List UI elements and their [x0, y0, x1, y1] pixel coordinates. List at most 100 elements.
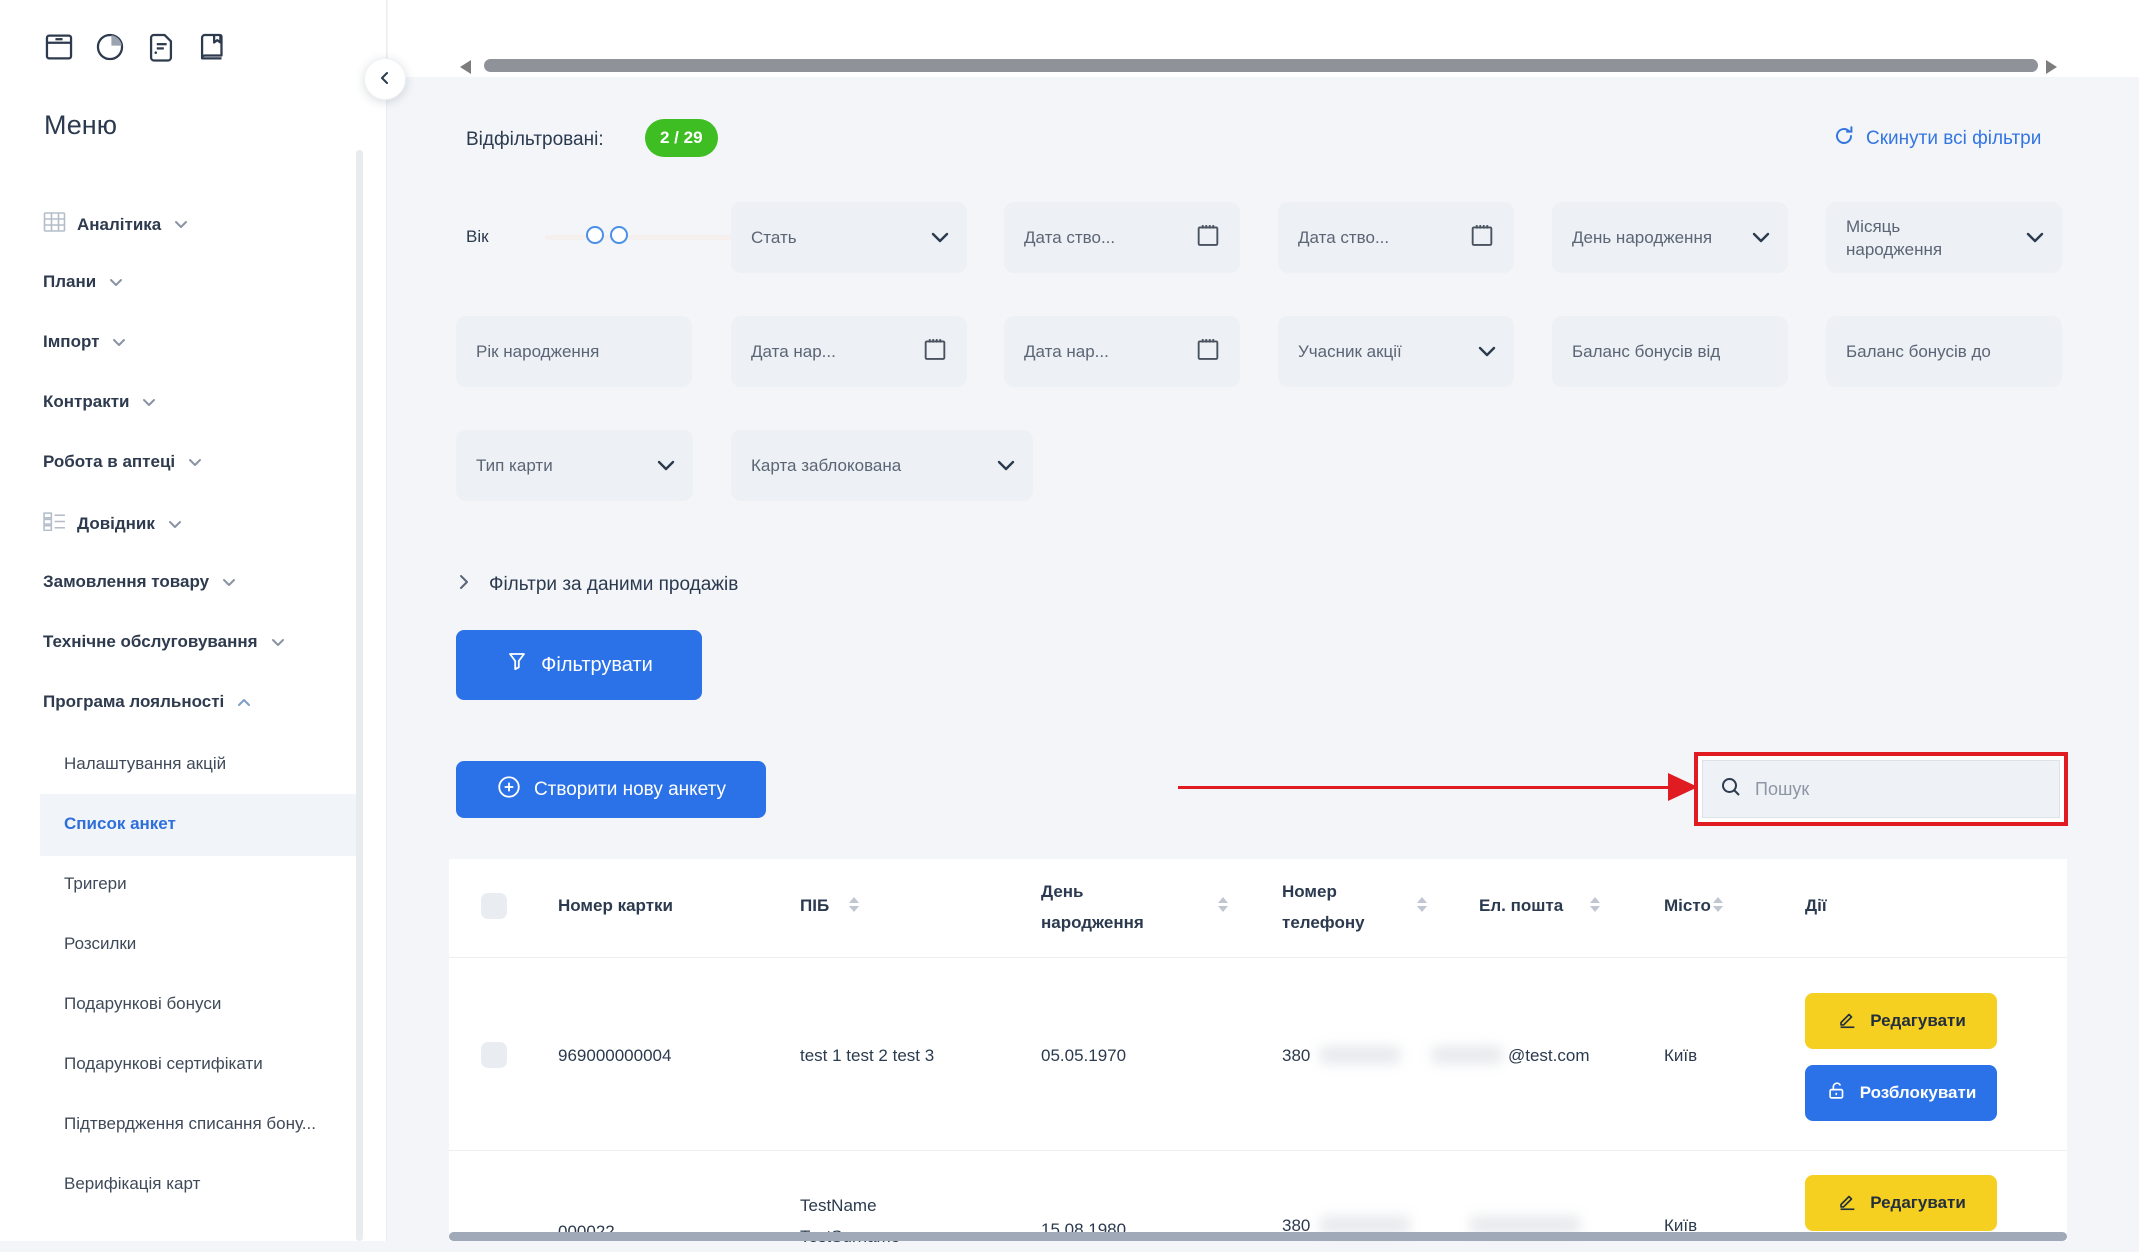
filter-button[interactable]: Фільтрувати	[456, 630, 702, 700]
horizontal-scrollbar-thumb[interactable]	[484, 59, 2038, 72]
sort-icon-email[interactable]	[1590, 897, 1600, 912]
chevron-down-icon	[174, 220, 188, 229]
sidebar-item-plans[interactable]: Плани	[43, 272, 123, 292]
cell-phone: 380	[1282, 1046, 1310, 1066]
refresh-icon	[1832, 124, 1856, 154]
chevron-down-icon	[931, 228, 949, 248]
cell-card-number: 969000000004	[558, 1046, 671, 1066]
hscroll-left-arrow-icon[interactable]	[460, 60, 471, 74]
gender-select[interactable]: Стать	[731, 202, 967, 273]
sidebar-item-promo-settings[interactable]: Налаштування акцій	[64, 754, 226, 774]
sort-icon-city[interactable]	[1713, 897, 1723, 912]
birth-day-select[interactable]: День народження	[1552, 202, 1788, 273]
sidebar-item-loyalty-program[interactable]: Програма лояльності	[43, 692, 251, 712]
sidebar-item-questionnaire-list[interactable]: Список анкет	[64, 814, 176, 834]
sort-icon-dob[interactable]	[1218, 897, 1228, 912]
sort-icon-name[interactable]	[849, 897, 859, 912]
sidebar-item-goods-order[interactable]: Замовлення товару	[43, 572, 236, 592]
birth-date-from-picker[interactable]: Дата нар...	[731, 316, 967, 387]
chevron-down-icon	[2026, 228, 2044, 248]
column-header-phone: Номер телефону	[1282, 876, 1414, 938]
calendar-icon	[921, 335, 949, 368]
promo-participant-select[interactable]: Учасник акції	[1278, 316, 1514, 387]
sidebar-scrollbar[interactable]	[356, 150, 363, 1241]
card-blocked-select[interactable]: Карта заблокована	[731, 430, 1033, 501]
chevron-down-icon	[142, 398, 156, 407]
edit-button[interactable]: Редагувати	[1805, 993, 1997, 1049]
chevron-down-icon	[1478, 342, 1496, 362]
row-checkbox[interactable]	[481, 1042, 507, 1068]
menu-title: Меню	[44, 110, 117, 141]
grid-icon	[43, 212, 66, 237]
cell-dob: 05.05.1970	[1041, 1046, 1126, 1066]
unlock-icon	[1826, 1080, 1848, 1107]
sidebar-item-pharmacy-work[interactable]: Робота в аптеці	[43, 452, 202, 472]
sidebar-item-contracts[interactable]: Контракти	[43, 392, 156, 412]
document-icon[interactable]	[144, 30, 178, 64]
filtered-count-badge: 2 / 29	[645, 119, 718, 157]
sidebar-collapse-button[interactable]	[364, 58, 406, 100]
column-header-email: Ел. пошта	[1479, 896, 1563, 916]
redacted-phone	[1320, 1046, 1400, 1064]
pie-chart-icon[interactable]	[93, 30, 127, 64]
sidebar-item-gift-bonuses[interactable]: Подарункові бонуси	[64, 994, 221, 1014]
sidebar-item-maintenance[interactable]: Технічне обслуговування	[43, 632, 285, 652]
reset-all-filters-button[interactable]: Скинути всі фільтри	[1832, 124, 2041, 154]
annotation-arrow-line	[1178, 786, 1674, 789]
birth-date-to-picker[interactable]: Дата нар...	[1004, 316, 1240, 387]
chevron-down-icon	[109, 278, 123, 287]
column-header-city: Місто	[1664, 896, 1711, 916]
pencil-icon	[1836, 1190, 1858, 1217]
sort-icon-phone[interactable]	[1417, 897, 1427, 912]
column-header-name: ПІБ	[800, 896, 829, 916]
search-icon	[1719, 775, 1743, 804]
cell-name: test 1 test 2 test 3	[800, 1046, 934, 1066]
sidebar-item-card-verification[interactable]: Верифікація карт	[64, 1174, 200, 1194]
chevron-down-icon	[997, 456, 1015, 476]
cell-city: Київ	[1664, 1046, 1697, 1066]
birth-year-input[interactable]: Рік народження	[456, 316, 692, 387]
sidebar-item-directory[interactable]: Довідник	[43, 512, 182, 536]
chevron-up-icon	[237, 698, 251, 707]
search-field[interactable]	[1702, 760, 2060, 818]
age-slider-handle-min[interactable]	[586, 226, 604, 244]
age-slider-handle-max[interactable]	[610, 226, 628, 244]
cell-email: @test.com	[1508, 1046, 1590, 1066]
bonus-balance-from-input[interactable]: Баланс бонусів від	[1552, 316, 1788, 387]
annotation-highlight-box	[1694, 752, 2068, 826]
edit-button[interactable]: Редагувати	[1805, 1175, 1997, 1231]
sidebar-item-analytics[interactable]: Аналітика	[43, 212, 188, 237]
column-header-dob: День народження	[1041, 876, 1173, 938]
plus-circle-icon	[496, 774, 522, 806]
sidebar-item-bonus-writeoff-confirmation[interactable]: Підтвердження списання бону...	[64, 1114, 316, 1134]
chevron-right-icon	[456, 574, 472, 596]
calendar-icon	[1194, 221, 1222, 254]
creation-date-from-picker[interactable]: Дата ство...	[1004, 202, 1240, 273]
chevron-down-icon	[657, 456, 675, 476]
creation-date-to-picker[interactable]: Дата ство...	[1278, 202, 1514, 273]
sales-filters-toggle[interactable]: Фільтри за даними продажів	[456, 574, 738, 596]
table-divider	[449, 957, 2067, 958]
card-type-select[interactable]: Тип карти	[456, 430, 693, 501]
table-horizontal-scrollbar[interactable]	[449, 1232, 2067, 1241]
chevron-down-icon	[112, 338, 126, 347]
birth-month-select[interactable]: Місяць народження	[1826, 202, 2062, 273]
unlock-button[interactable]: Розблокувати	[1805, 1065, 1997, 1121]
create-questionnaire-button[interactable]: Створити нову анкету	[456, 761, 766, 818]
box-icon[interactable]	[42, 30, 76, 64]
sidebar-item-mailings[interactable]: Розсилки	[64, 934, 136, 954]
cell-name: TestName TestSurname	[800, 1190, 960, 1252]
calendar-icon	[1194, 335, 1222, 368]
sidebar-item-triggers[interactable]: Тригери	[64, 874, 127, 894]
sidebar-item-import[interactable]: Імпорт	[43, 332, 126, 352]
chevron-down-icon	[222, 578, 236, 587]
book-icon[interactable]	[195, 30, 229, 64]
bonus-balance-to-input[interactable]: Баланс бонусів до	[1826, 316, 2062, 387]
hscroll-right-arrow-icon[interactable]	[2046, 60, 2057, 74]
sidebar-top-icons	[42, 30, 229, 64]
select-all-checkbox[interactable]	[481, 893, 507, 919]
search-input[interactable]	[1753, 778, 2027, 801]
age-range-slider-track	[545, 235, 760, 240]
sidebar-item-gift-certificates[interactable]: Подарункові сертифікати	[64, 1054, 263, 1074]
pencil-icon	[1836, 1008, 1858, 1035]
